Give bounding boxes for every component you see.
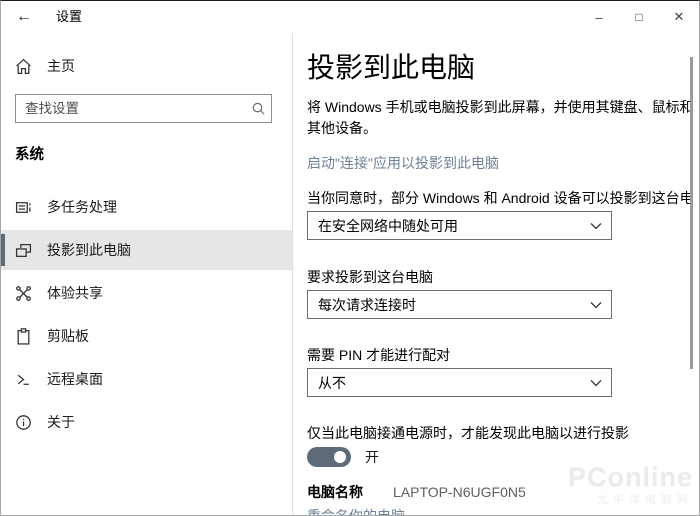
pc-name-row: 电脑名称 LAPTOP-N6UGF0N5	[307, 482, 526, 502]
chevron-down-icon	[581, 222, 611, 230]
rename-pc-link[interactable]: 重命名你的电脑	[307, 506, 405, 515]
back-button[interactable]: ←	[7, 1, 41, 33]
minimize-icon: –	[595, 9, 603, 25]
sidebar-home-label: 主页	[47, 58, 75, 74]
ask-to-project-dropdown-label: 要求投影到这台电脑	[307, 269, 433, 285]
sidebar-item-about[interactable]: 关于	[1, 402, 292, 442]
sidebar-item-home[interactable]: 主页	[15, 56, 75, 76]
sidebar-item-label: 远程桌面	[47, 371, 103, 387]
page-title: 投影到此电脑	[307, 52, 476, 83]
settings-window: ← 设置 – □ ✕ 主页 查找设置 系统 多任务处理 投影到此电脑 体验共享 …	[0, 0, 700, 516]
consent-dropdown-value: 在安全网络中随处可用	[318, 217, 458, 234]
main-content: 投影到此电脑 将 Windows 手机或电脑投影到此屏幕，并使用其键盘、鼠标和其…	[293, 33, 699, 515]
sidebar-item-label: 投影到此电脑	[47, 242, 131, 258]
pin-dropdown[interactable]: 从不	[307, 368, 612, 397]
chevron-down-icon	[581, 379, 611, 387]
plugged-in-toggle-row: 开	[307, 447, 379, 467]
ask-to-project-dropdown-value: 每次请求连接时	[318, 296, 416, 313]
minimize-button[interactable]: –	[579, 1, 619, 33]
remote-desktop-icon	[15, 371, 32, 388]
sidebar-item-label: 关于	[47, 414, 75, 430]
sidebar-item-label: 多任务处理	[47, 199, 117, 215]
chevron-down-icon	[581, 301, 611, 309]
sidebar-item-label: 体验共享	[47, 285, 103, 301]
window-controls: – □ ✕	[579, 1, 699, 33]
search-icon[interactable]	[245, 95, 271, 122]
power-note-label: 仅当此电脑接通电源时，才能发现此电脑以进行投影	[307, 425, 629, 441]
maximize-icon: □	[635, 10, 643, 24]
shared-experiences-icon	[15, 285, 32, 302]
search-box	[15, 94, 272, 123]
sidebar-nav: 多任务处理 投影到此电脑 体验共享 剪贴板 远程桌面 关于	[1, 187, 292, 445]
clipboard-icon	[15, 327, 32, 345]
pin-dropdown-label: 需要 PIN 才能进行配对	[307, 347, 451, 363]
consent-dropdown[interactable]: 在安全网络中随处可用	[307, 211, 612, 240]
sidebar-item-multitasking[interactable]: 多任务处理	[1, 187, 292, 227]
titlebar: ← 设置 – □ ✕	[1, 1, 699, 33]
info-icon	[15, 414, 32, 431]
toggle-knob	[334, 451, 346, 463]
page-description: 将 Windows 手机或电脑投影到此屏幕，并使用其键盘、鼠标和其他设备。	[307, 99, 694, 136]
pc-name-label: 电脑名称	[307, 484, 363, 500]
ask-to-project-dropdown[interactable]: 每次请求连接时	[307, 290, 612, 319]
sidebar-section-system: 系统	[15, 147, 44, 163]
sidebar-item-label: 剪贴板	[47, 328, 89, 344]
close-icon: ✕	[673, 9, 685, 24]
toggle-state-label: 开	[365, 449, 379, 465]
pin-dropdown-value: 从不	[318, 374, 346, 391]
maximize-button[interactable]: □	[619, 1, 659, 33]
sidebar-item-clipboard[interactable]: 剪贴板	[1, 316, 292, 356]
close-button[interactable]: ✕	[659, 1, 699, 33]
multitasking-icon	[15, 199, 32, 216]
project-to-pc-icon	[15, 242, 32, 259]
search-input[interactable]	[16, 101, 245, 116]
home-icon	[15, 58, 32, 75]
window-title: 设置	[56, 9, 83, 24]
sidebar-item-shared-experiences[interactable]: 体验共享	[1, 273, 292, 313]
sidebar-item-project-to-pc[interactable]: 投影到此电脑	[1, 230, 292, 270]
back-arrow-icon: ←	[16, 8, 32, 25]
plugged-in-toggle[interactable]	[307, 447, 351, 467]
pc-name-value: LAPTOP-N6UGF0N5	[393, 484, 526, 500]
sidebar-item-remote-desktop[interactable]: 远程桌面	[1, 359, 292, 399]
scrollbar-thumb[interactable]	[690, 57, 693, 369]
launch-connect-app-link[interactable]: 启动"连接"应用以投影到此电脑	[307, 153, 499, 173]
sidebar: 主页 系统 多任务处理	[1, 33, 292, 515]
